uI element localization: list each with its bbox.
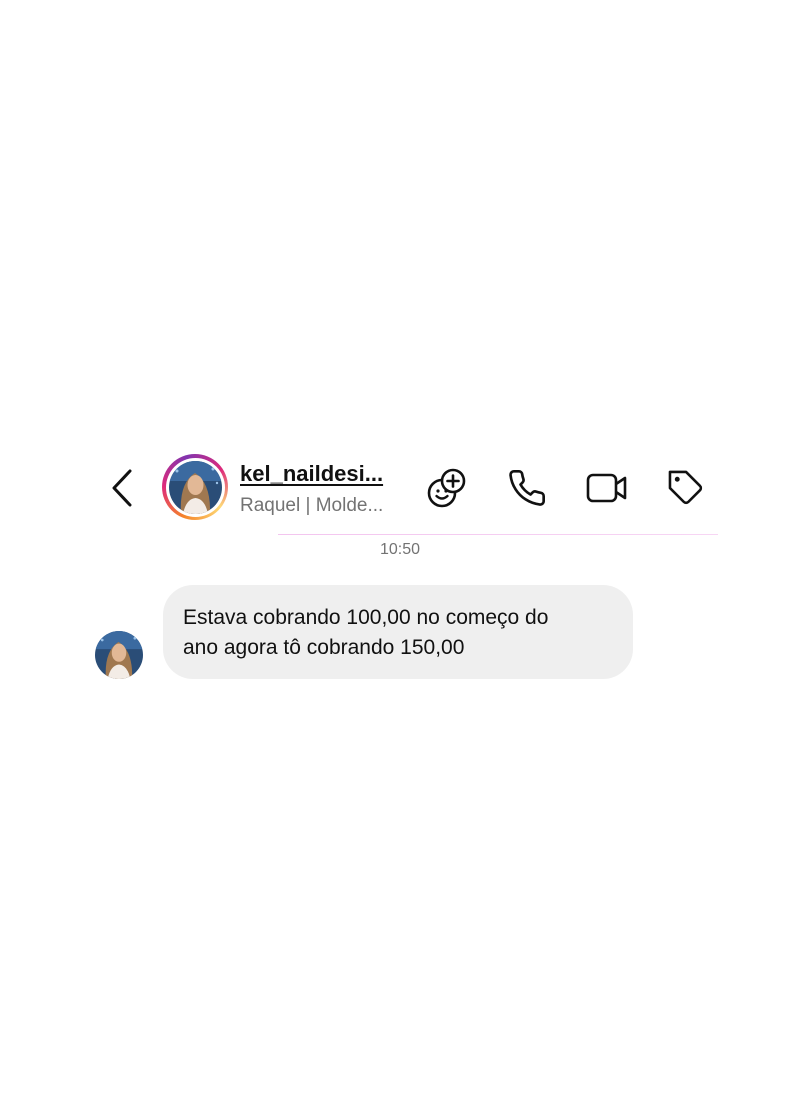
message-line: ano agora tô cobrando 150,00 [183, 636, 465, 659]
message-line: Estava cobrando 100,00 no começo do [183, 606, 549, 629]
voice-call-button[interactable] [505, 466, 549, 510]
video-call-button[interactable] [585, 466, 629, 510]
message-bubble[interactable]: Estava cobrando 100,00 no começo do ano … [163, 585, 633, 679]
username: kel_naildesi... [240, 461, 384, 486]
header-divider [278, 534, 718, 535]
add-sticker-icon [427, 468, 466, 508]
profile-avatar[interactable] [162, 454, 228, 520]
video-camera-icon [586, 473, 627, 503]
add-sticker-button[interactable] [425, 466, 469, 510]
chat-header: kel_naildesi... Raquel | Molde... [0, 450, 800, 530]
phone-icon [509, 470, 546, 506]
message-timestamp: 10:50 [379, 541, 421, 558]
sender-avatar[interactable] [95, 631, 143, 679]
user-subtitle: Raquel | Molde... [240, 495, 384, 516]
tag-icon [668, 470, 703, 505]
back-button[interactable] [104, 468, 140, 508]
tag-button[interactable] [664, 466, 708, 510]
user-info[interactable]: kel_naildesi... Raquel | Molde... [240, 460, 415, 518]
avatar-photo [168, 460, 222, 514]
chevron-left-icon [112, 469, 132, 507]
